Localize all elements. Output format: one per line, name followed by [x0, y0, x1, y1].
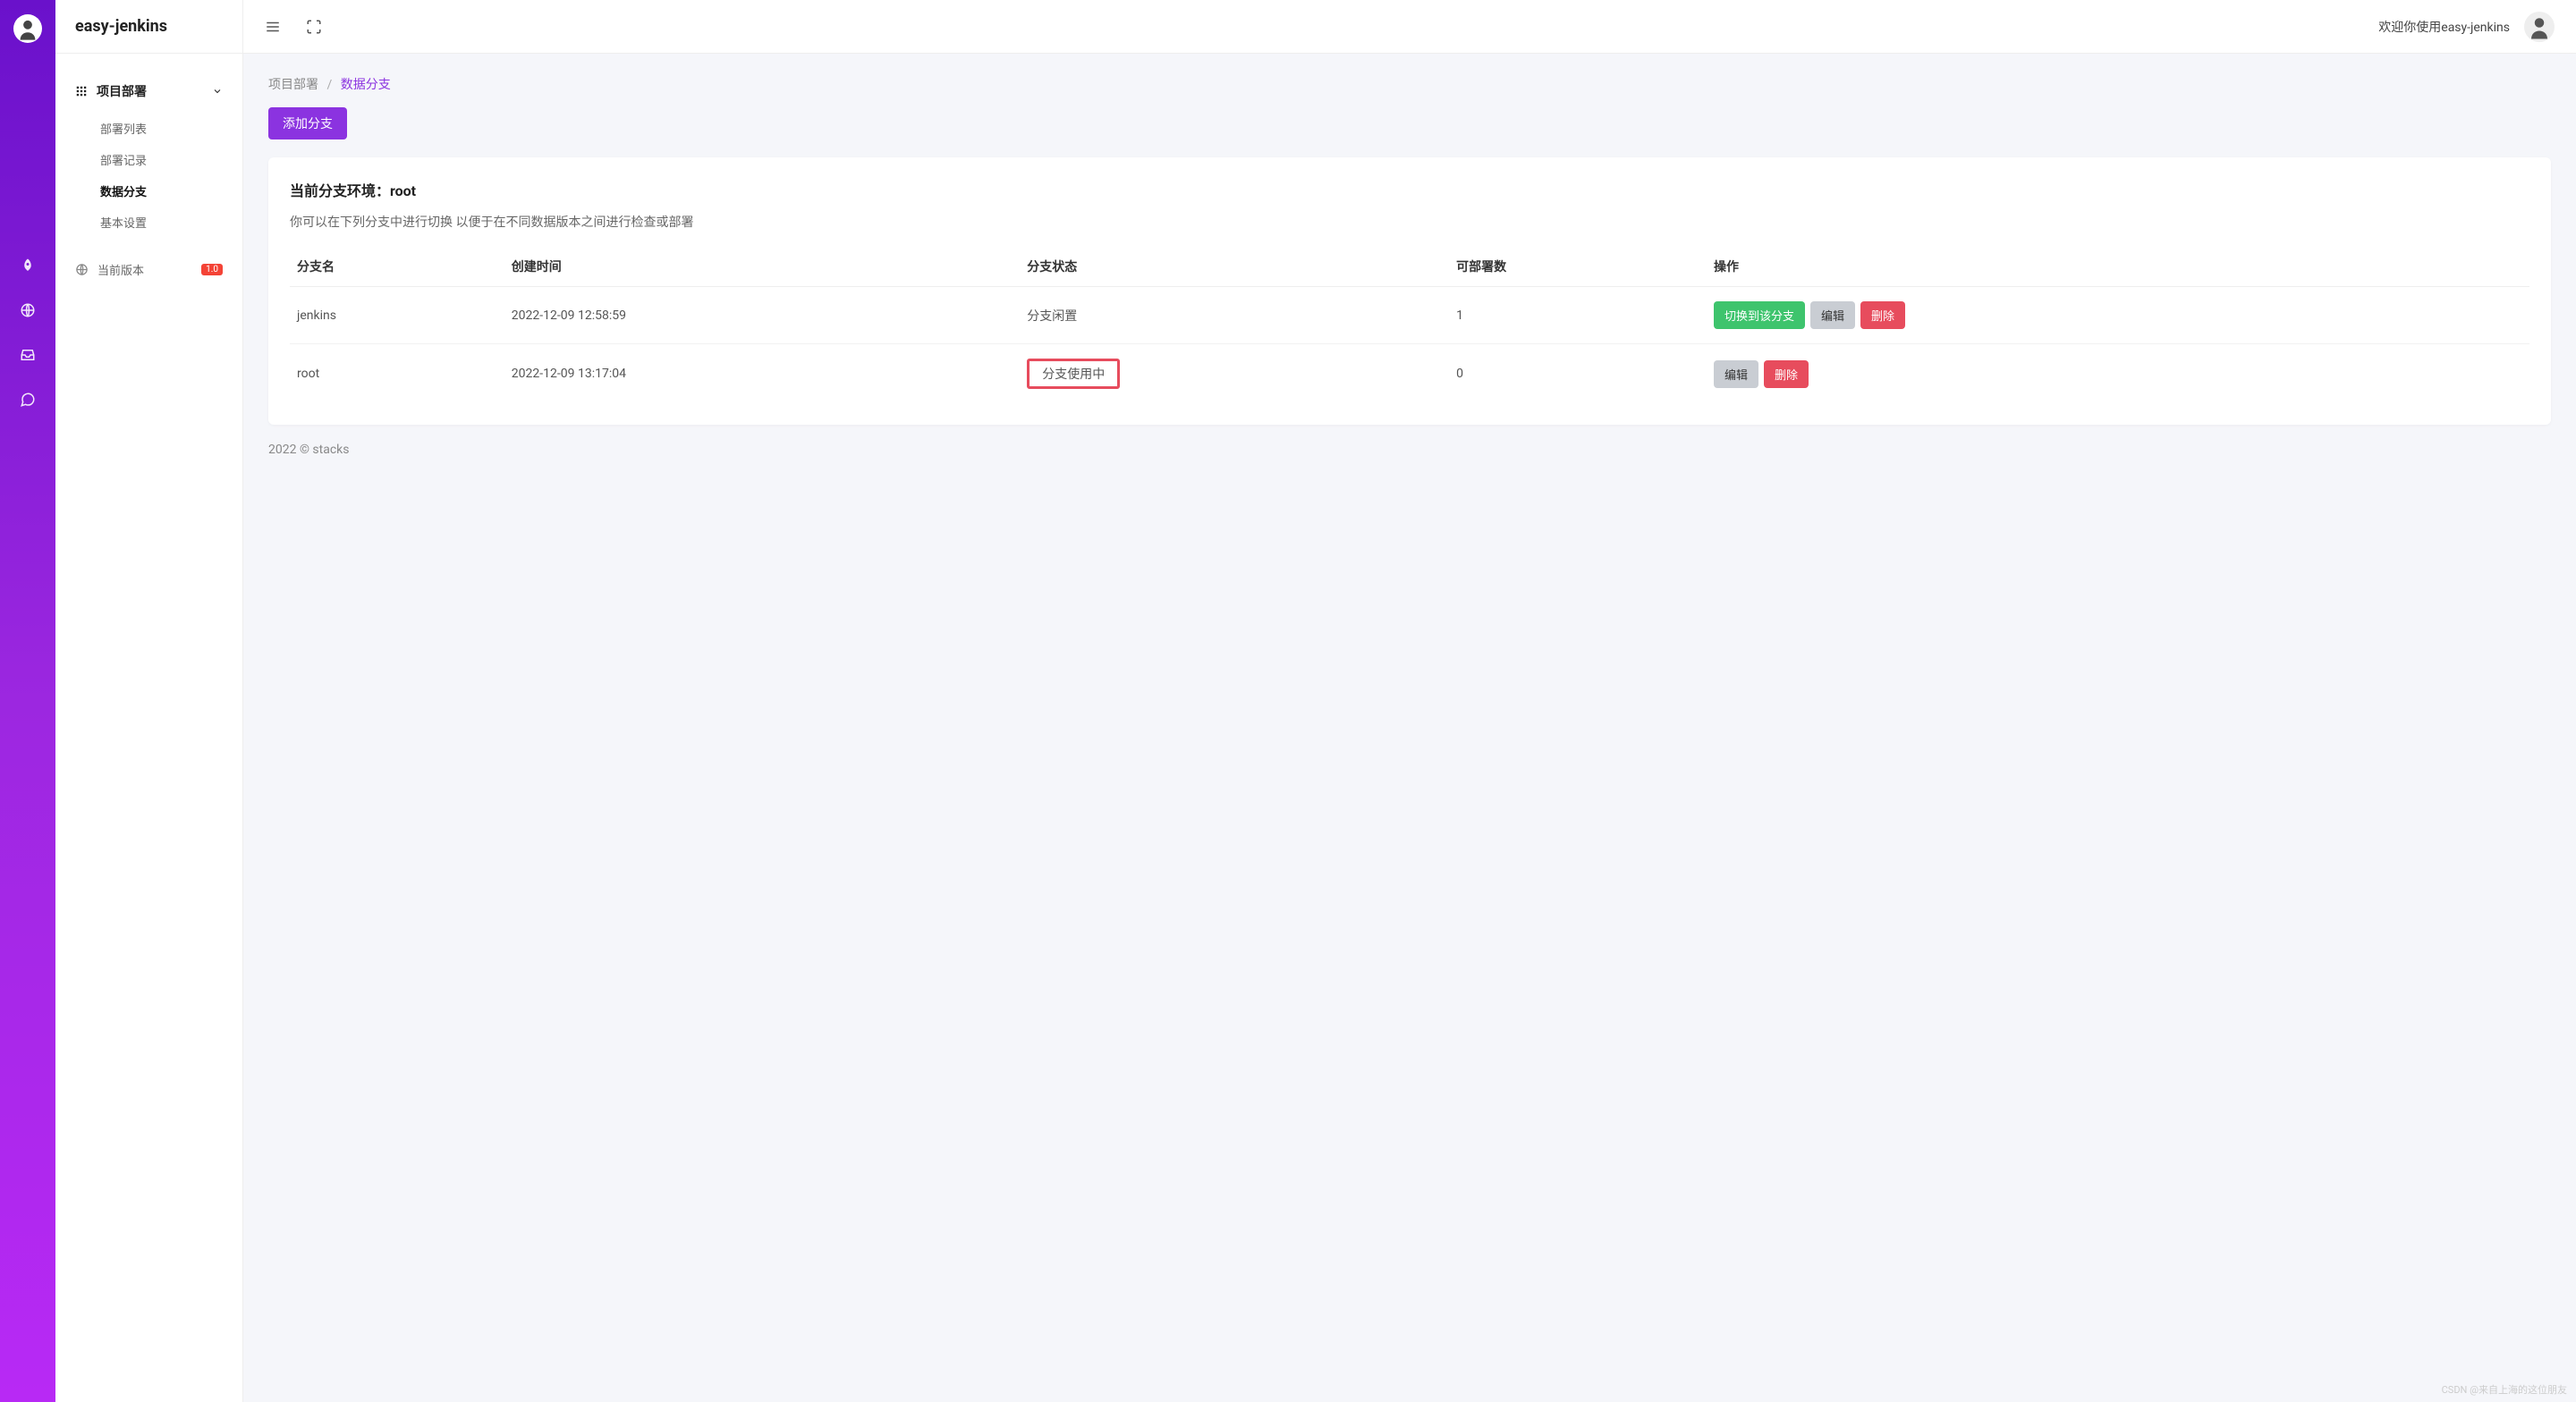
cell-deployable: 0 — [1449, 344, 1707, 404]
footer: 2022 © stacks — [268, 443, 2551, 457]
card-title: 当前分支环境：root — [290, 179, 2529, 200]
branch-card: 当前分支环境：root 你可以在下列分支中进行切换 以便于在不同数据版本之间进行… — [268, 157, 2551, 425]
edit-button[interactable]: 编辑 — [1810, 301, 1855, 329]
table-row: jenkins2022-12-09 12:58:59分支闲置1切换到该分支编辑删… — [290, 287, 2529, 344]
delete-button[interactable]: 删除 — [1764, 360, 1809, 388]
breadcrumb: 项目部署 / 数据分支 — [268, 75, 2551, 93]
th-created: 创建时间 — [504, 247, 1020, 287]
fullscreen-icon[interactable] — [306, 19, 322, 35]
status-highlight: 分支使用中 — [1027, 359, 1120, 389]
cell-status: 分支使用中 — [1020, 344, 1449, 404]
watermark: CSDN @来自上海的这位朋友 — [2442, 1382, 2567, 1397]
breadcrumb-separator: / — [326, 78, 332, 92]
card-subtitle: 你可以在下列分支中进行切换 以便于在不同数据版本之间进行检查或部署 — [290, 213, 2529, 231]
table-row: root2022-12-09 13:17:04分支使用中 0编辑删除 — [290, 344, 2529, 404]
delete-button[interactable]: 删除 — [1860, 301, 1905, 329]
sidebar-item-current-version[interactable]: 当前版本 1.0 — [55, 254, 242, 285]
cell-created: 2022-12-09 12:58:59 — [504, 287, 1020, 344]
breadcrumb-current: 数据分支 — [341, 78, 391, 92]
th-deployable: 可部署数 — [1449, 247, 1707, 287]
sidebar-item-data-branch[interactable]: 数据分支 — [97, 175, 226, 207]
menu-group-label: 项目部署 — [97, 82, 147, 100]
menu-group-deploy[interactable]: 项目部署 — [72, 75, 226, 107]
sidebar-item-deploy-record[interactable]: 部署记录 — [97, 144, 226, 175]
th-status: 分支状态 — [1020, 247, 1449, 287]
add-branch-button[interactable]: 添加分支 — [268, 107, 347, 139]
chevron-down-icon — [212, 86, 223, 97]
version-label: 当前版本 — [97, 261, 144, 278]
brand-title: easy-jenkins — [55, 0, 242, 54]
branch-table: 分支名 创建时间 分支状态 可部署数 操作 jenkins2022-12-09 … — [290, 247, 2529, 403]
sidebar-item-deploy-list[interactable]: 部署列表 — [97, 113, 226, 144]
cell-deployable: 1 — [1449, 287, 1707, 344]
purple-nav-bar — [0, 0, 55, 1402]
breadcrumb-parent[interactable]: 项目部署 — [268, 78, 318, 92]
main: 欢迎你使用easy-jenkins 项目部署 / 数据分支 添加分支 当前分支环… — [243, 0, 2576, 1402]
edit-button[interactable]: 编辑 — [1714, 360, 1758, 388]
welcome-text: 欢迎你使用easy-jenkins — [2378, 18, 2510, 36]
sidebar: easy-jenkins 项目部署 部署列表 部署记录 数据分支 基本设置 当前… — [55, 0, 243, 1402]
th-name: 分支名 — [290, 247, 504, 287]
avatar-topbar[interactable] — [2524, 12, 2555, 42]
version-badge: 1.0 — [201, 264, 223, 275]
rocket-icon[interactable] — [20, 258, 36, 274]
cell-ops: 编辑删除 — [1707, 344, 2529, 404]
cell-status: 分支闲置 — [1020, 287, 1449, 344]
menu-toggle-icon[interactable] — [265, 19, 281, 35]
grid-icon — [75, 85, 88, 97]
globe-icon — [75, 263, 89, 276]
chat-icon[interactable] — [20, 392, 36, 408]
th-ops: 操作 — [1707, 247, 2529, 287]
cell-name: jenkins — [290, 287, 504, 344]
topbar: 欢迎你使用easy-jenkins — [243, 0, 2576, 54]
globe-nav-icon[interactable] — [20, 302, 36, 318]
inbox-icon[interactable] — [20, 347, 36, 363]
switch-branch-button[interactable]: 切换到该分支 — [1714, 301, 1805, 329]
cell-name: root — [290, 344, 504, 404]
sidebar-item-basic-settings[interactable]: 基本设置 — [97, 207, 226, 238]
cell-created: 2022-12-09 13:17:04 — [504, 344, 1020, 404]
avatar-purple-bar[interactable] — [13, 14, 42, 43]
cell-ops: 切换到该分支编辑删除 — [1707, 287, 2529, 344]
